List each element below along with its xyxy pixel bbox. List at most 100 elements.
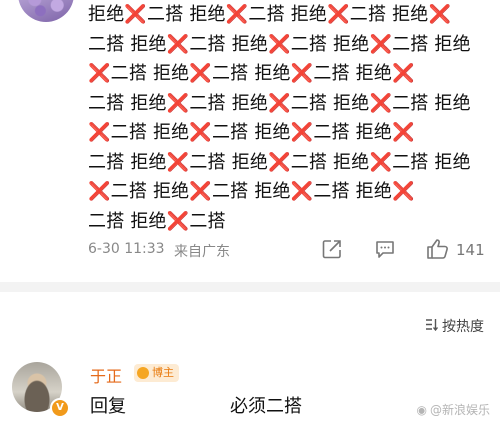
comment-segment: 二搭 <box>189 33 232 55</box>
comment-segment: 拒绝 <box>434 151 471 173</box>
comment-segment: 拒绝 <box>434 33 471 55</box>
share-icon[interactable] <box>321 238 343 260</box>
cross-mark-icon: ❌ <box>428 4 452 25</box>
comment-segment: 拒绝 <box>333 151 370 173</box>
cross-mark-icon: ❌ <box>290 122 314 143</box>
comment-segment: 拒绝 <box>333 33 370 55</box>
cross-mark-icon: ❌ <box>189 63 212 84</box>
watermark-text: @新浪娱乐 <box>429 403 490 417</box>
comment-segment: 拒绝 <box>231 151 269 173</box>
comment-segment: 拒绝 <box>130 151 167 173</box>
cross-mark-icon: ❌ <box>392 181 415 202</box>
reply-text: 回复 必须二搭 <box>90 392 302 418</box>
comment-segment: 拒绝 <box>290 4 328 25</box>
comment-segment: 二搭 <box>189 92 232 114</box>
comment-source: 来自广东 <box>174 244 230 260</box>
comment-segment: 二搭 <box>349 4 393 25</box>
cross-mark-icon: ❌ <box>268 151 291 173</box>
comment-segment: 二搭 <box>392 33 435 55</box>
comment-segment: 拒绝 <box>355 181 393 202</box>
comment-segment: 二搭 <box>88 151 131 173</box>
weibo-comment-page: 拒绝❌二搭 拒绝❌二搭 拒绝❌二搭 拒绝❌二搭 拒绝❌二搭 拒绝❌二搭 拒绝❌二… <box>0 0 500 426</box>
comment-segment: 拒绝 <box>152 181 190 202</box>
reply-content: 必须二搭 <box>230 396 302 417</box>
reply-author-name[interactable]: 于正 <box>90 363 122 387</box>
cross-mark-icon: ❌ <box>166 210 190 232</box>
commenter-avatar[interactable] <box>18 0 74 22</box>
thumbs-up-icon[interactable] <box>426 238 448 260</box>
comment-segment: 二搭 <box>211 181 255 202</box>
cross-mark-icon: ❌ <box>88 63 111 84</box>
comment-segment: 拒绝 <box>355 122 393 143</box>
cross-mark-icon: ❌ <box>124 4 148 25</box>
cross-mark-icon: ❌ <box>268 33 291 55</box>
cross-mark-icon: ❌ <box>88 122 111 143</box>
cross-mark-icon: ❌ <box>189 181 212 202</box>
comment-segment: 拒绝 <box>355 63 393 84</box>
comment-segment: 拒绝 <box>254 122 291 143</box>
comment-segment: 二搭 <box>110 122 153 143</box>
comment-segment: 拒绝 <box>254 63 291 84</box>
weibo-logo-icon: ◉ <box>416 402 427 417</box>
cross-mark-icon: ❌ <box>166 151 190 173</box>
comment-segment: 二搭 <box>313 63 356 84</box>
cross-mark-icon: ❌ <box>166 92 190 114</box>
section-divider <box>0 282 500 292</box>
comment-segment: 二搭 <box>211 122 255 143</box>
blogger-tag-icon <box>137 367 149 379</box>
sort-icon <box>425 318 439 335</box>
comment-segment: 拒绝 <box>392 4 429 25</box>
comment-segment: 拒绝 <box>130 92 167 114</box>
cross-mark-icon: ❌ <box>88 181 111 202</box>
comment-meta-row: 6-30 11:33 来自广东 141 <box>88 238 490 262</box>
comment-segment: 二搭 <box>290 33 334 55</box>
cross-mark-icon: ❌ <box>392 122 415 143</box>
verified-badge-icon: V <box>50 398 70 418</box>
comment-segment: 二搭 <box>88 210 131 232</box>
comment-segment: 拒绝 <box>434 92 471 114</box>
comment-segment: 二搭 <box>392 151 435 173</box>
comment-segment: 拒绝 <box>231 92 269 114</box>
cross-mark-icon: ❌ <box>369 33 393 55</box>
comment-segment: 二搭 <box>290 151 334 173</box>
comment-segment: 二搭 <box>290 92 334 114</box>
sort-label: 按热度 <box>442 319 484 335</box>
comment-segment: 二搭 <box>88 33 131 55</box>
reply-mention-redacted[interactable] <box>126 411 230 412</box>
cross-mark-icon: ❌ <box>369 151 393 173</box>
comment-segment: 拒绝 <box>130 210 167 232</box>
comment-segment: 二搭 <box>392 92 435 114</box>
comment-segment: 二搭 <box>110 63 153 84</box>
blogger-tag: 博主 <box>134 364 179 382</box>
comment-segment: 拒绝 <box>231 33 269 55</box>
cross-mark-icon: ❌ <box>369 92 393 114</box>
cross-mark-icon: ❌ <box>268 92 291 114</box>
comment-segment: 二搭 <box>189 151 232 173</box>
cross-mark-icon: ❌ <box>392 63 415 84</box>
comment-icon[interactable] <box>374 238 396 260</box>
comment-segment: 拒绝 <box>88 4 125 25</box>
cross-mark-icon: ❌ <box>166 33 190 55</box>
reply-prefix: 回复 <box>90 396 126 417</box>
comment-segment: 二搭 <box>248 4 291 25</box>
comment-segment: 二搭 <box>313 122 356 143</box>
comment-text: 拒绝❌二搭 拒绝❌二搭 拒绝❌二搭 拒绝❌二搭 拒绝❌二搭 拒绝❌二搭 拒绝❌二… <box>88 0 488 236</box>
blogger-tag-label: 博主 <box>152 366 174 379</box>
cross-mark-icon: ❌ <box>290 63 314 84</box>
comment-segment: 拒绝 <box>152 63 190 84</box>
comment-segment: 拒绝 <box>333 92 370 114</box>
cross-mark-icon: ❌ <box>189 122 212 143</box>
comment-time: 6-30 11:33 <box>88 241 165 257</box>
comment-segment: 二搭 <box>189 210 226 232</box>
cross-mark-icon: ❌ <box>290 181 314 202</box>
sort-by-hot-button[interactable]: 按热度 <box>425 316 484 336</box>
comment-segment: 拒绝 <box>254 181 291 202</box>
cross-mark-icon: ❌ <box>225 4 249 25</box>
comment-segment: 二搭 <box>313 181 356 202</box>
weibo-watermark: ◉ @新浪娱乐 <box>417 401 491 418</box>
cross-mark-icon: ❌ <box>327 4 350 25</box>
comment-segment: 拒绝 <box>189 4 226 25</box>
comment-segment: 二搭 <box>147 4 190 25</box>
comment-segment: 二搭 <box>110 181 153 202</box>
comment-segment: 拒绝 <box>152 122 190 143</box>
